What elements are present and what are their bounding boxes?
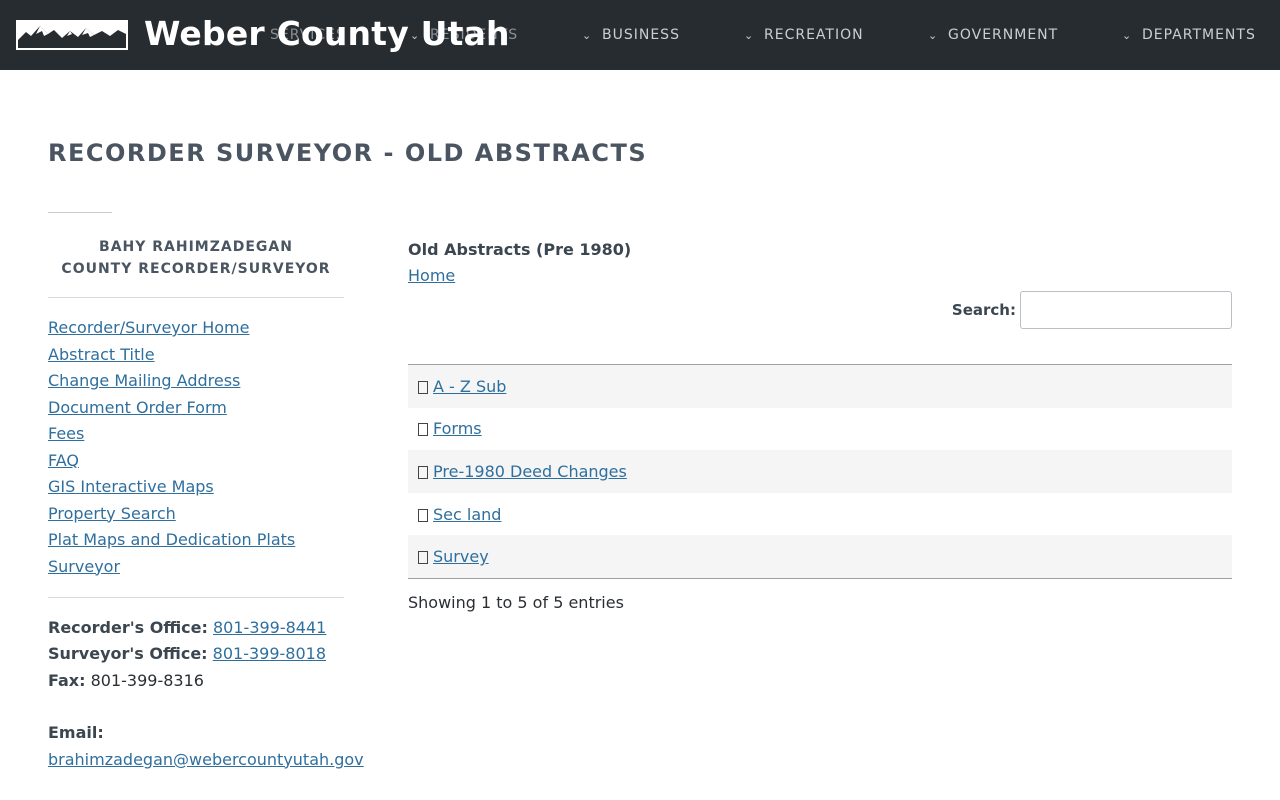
folder-link-sec-land[interactable]: Sec land <box>433 505 501 524</box>
email-line: brahimzadegan@webercountyutah.gov <box>48 747 364 773</box>
sidebar-link-recorder-home[interactable]: Recorder/Surveyor Home <box>48 315 344 342</box>
table-row: Survey <box>408 535 1232 578</box>
fax-number: 801-399-8316 <box>90 670 204 690</box>
nav-business[interactable]: ⌄ BUSINESS <box>582 26 680 44</box>
nav-government-label: GOVERNMENT <box>948 27 1059 43</box>
folder-icon <box>418 551 428 565</box>
sidebar-divider <box>48 597 344 598</box>
surveyor-office-label: Surveyor's Office: <box>48 644 208 664</box>
nav-business-label: BUSINESS <box>602 27 680 43</box>
table-row: Pre-1980 Deed Changes <box>408 450 1232 493</box>
site-header: Weber County Utah ⌄ SERVICES ⌄ RESIDENTS ⌄… <box>0 0 1280 70</box>
folder-icon <box>418 465 428 479</box>
email-link[interactable]: brahimzadegan@webercountyutah.gov <box>48 750 364 769</box>
entries-info: Showing 1 to 5 of 5 entries <box>408 593 624 612</box>
nav-recreation-label: RECREATION <box>764 27 864 43</box>
nav-departments-label: DEPARTMENTS <box>1142 27 1256 43</box>
sidebar-link-fees[interactable]: Fees <box>48 421 344 448</box>
folder-link-forms[interactable]: Forms <box>433 419 482 438</box>
table-row: Forms <box>408 408 1232 451</box>
title-divider <box>48 212 112 213</box>
folder-link-a-z-sub[interactable]: A - Z Sub <box>433 377 506 396</box>
section-title: Old Abstracts (Pre 1980) <box>408 240 632 259</box>
site-title[interactable]: Weber County Utah <box>144 14 510 54</box>
sidebar-link-abstract-title[interactable]: Abstract Title <box>48 342 344 369</box>
sidebar-link-property-search[interactable]: Property Search <box>48 501 344 528</box>
nav-recreation[interactable]: ⌄ RECREATION <box>744 26 864 44</box>
folder-link-survey[interactable]: Survey <box>433 547 489 566</box>
official-title: COUNTY RECORDER/SURVEYOR <box>61 261 331 277</box>
recorder-office-label: Recorder's Office: <box>48 618 208 637</box>
table-row: Sec land <box>408 493 1232 536</box>
chevron-down-icon: ⌄ <box>582 29 593 42</box>
folder-icon <box>418 423 428 437</box>
recorder-office-line: Recorder's Office: 801-399-8441 <box>48 615 344 641</box>
contact-info: Recorder's Office: 801-399-8441 Surveyor… <box>48 615 364 773</box>
recorder-phone-link[interactable]: 801-399-8441 <box>213 618 326 637</box>
sidebar-link-faq[interactable]: FAQ <box>48 448 344 475</box>
folder-icon <box>418 380 428 394</box>
search-control: Search: <box>952 291 1232 329</box>
search-input[interactable] <box>1020 291 1232 329</box>
mountain-logo-icon <box>18 22 126 48</box>
chevron-down-icon: ⌄ <box>1122 29 1133 42</box>
official-heading: BAHY RAHIMZADEGAN COUNTY RECORDER/SURVEY… <box>48 236 344 280</box>
folder-table: A - Z Sub Forms Pre-1980 Deed Changes Se… <box>408 364 1232 579</box>
sidebar-divider <box>48 297 344 298</box>
folder-link-pre-1980-deed-changes[interactable]: Pre-1980 Deed Changes <box>433 462 627 481</box>
sidebar-link-change-mailing-address[interactable]: Change Mailing Address <box>48 368 344 395</box>
fax-label: Fax: <box>48 670 86 690</box>
folder-icon <box>418 508 428 522</box>
nav-departments[interactable]: ⌄ DEPARTMENTS <box>1122 26 1256 44</box>
email-label: Email: <box>48 723 104 743</box>
main-content: Old Abstracts (Pre 1980) Home Search: A … <box>408 238 1232 612</box>
table-row: A - Z Sub <box>408 365 1232 408</box>
sidebar-link-gis-maps[interactable]: GIS Interactive Maps <box>48 474 344 501</box>
sidebar-link-document-order-form[interactable]: Document Order Form <box>48 395 344 422</box>
sidebar-link-surveyor[interactable]: Surveyor <box>48 554 344 581</box>
county-logo[interactable] <box>16 20 128 50</box>
surveyor-office-line: Surveyor's Office: 801-399-8018 <box>48 641 344 667</box>
official-name: BAHY RAHIMZADEGAN <box>99 239 293 255</box>
search-label: Search: <box>951 301 1016 319</box>
contact-spacer <box>48 694 344 721</box>
fax-line: Fax: 801-399-8316 <box>48 668 344 694</box>
chevron-down-icon: ⌄ <box>928 29 939 42</box>
breadcrumb-home-link[interactable]: Home <box>408 262 455 289</box>
nav-government[interactable]: ⌄ GOVERNMENT <box>928 26 1058 44</box>
chevron-down-icon: ⌄ <box>744 29 755 42</box>
page-title: RECORDER SURVEYOR - OLD ABSTRACTS <box>48 139 648 167</box>
surveyor-phone-link[interactable]: 801-399-8018 <box>213 644 326 663</box>
sidebar-link-plat-maps[interactable]: Plat Maps and Dedication Plats <box>48 527 344 554</box>
sidebar-links: Recorder/Surveyor Home Abstract Title Ch… <box>48 315 344 580</box>
email-label-line: Email: <box>48 720 344 746</box>
sidebar: BAHY RAHIMZADEGAN COUNTY RECORDER/SURVEY… <box>48 236 364 773</box>
